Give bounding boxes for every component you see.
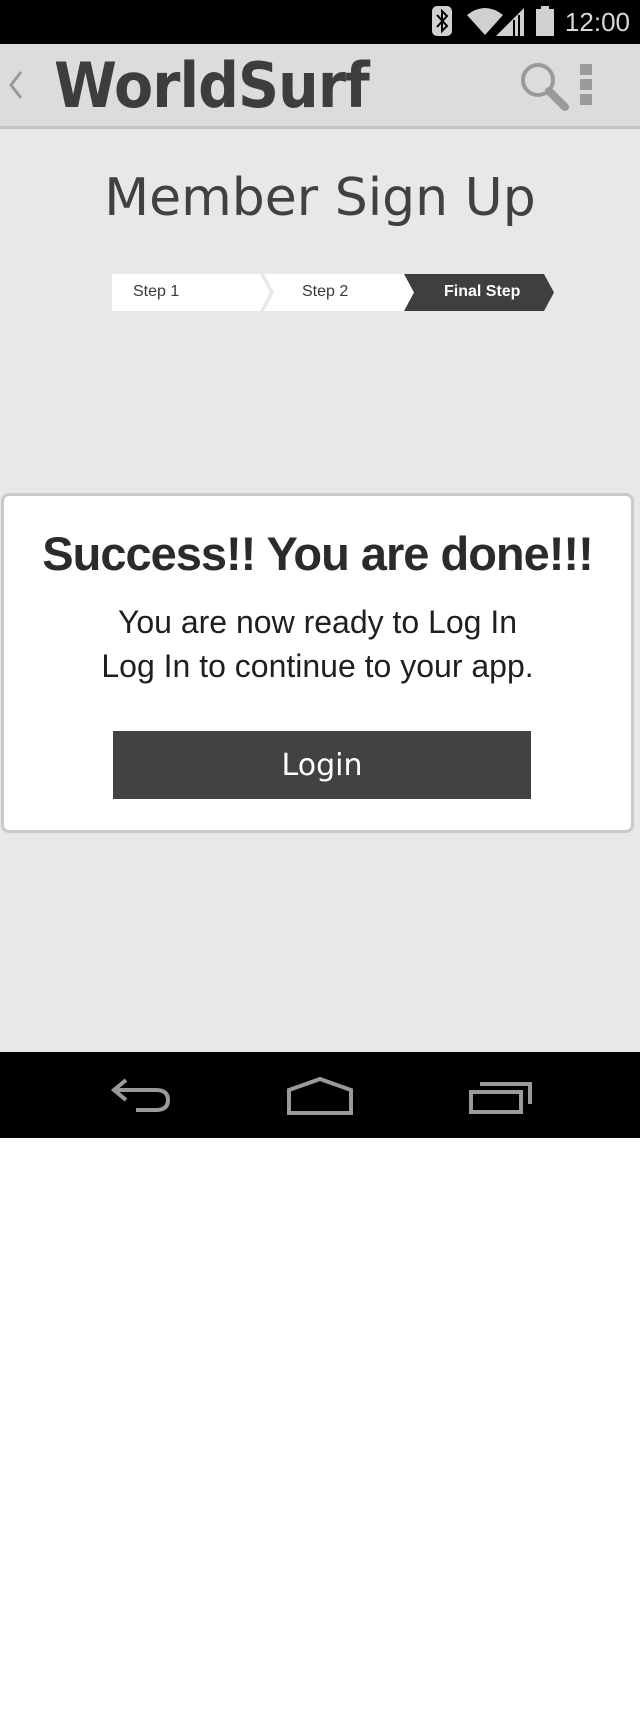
action-bar: WorldSurf xyxy=(0,44,640,129)
phone-screen: 12:00 WorldSurf Member Sign Up Step 1 St… xyxy=(0,0,640,1138)
success-card: Success!! You are done!!! You are now re… xyxy=(1,493,634,833)
step-2-label: Step 2 xyxy=(302,283,349,300)
success-message-line2: Log In to continue to your app. xyxy=(101,648,534,684)
search-icon[interactable] xyxy=(518,60,570,112)
signup-stepper: Step 1 Step 2 Final Step xyxy=(112,274,554,311)
battery-icon xyxy=(535,6,555,41)
home-nav-icon[interactable] xyxy=(286,1076,354,1121)
recents-nav-icon[interactable] xyxy=(468,1076,532,1121)
overflow-menu-icon[interactable] xyxy=(578,64,594,110)
back-caret-icon[interactable] xyxy=(8,70,24,105)
step-final-label: Final Step xyxy=(444,283,521,300)
status-bar: 12:00 xyxy=(0,0,640,44)
app-title: WorldSurf xyxy=(54,49,370,122)
status-clock: 12:00 xyxy=(564,7,630,37)
bluetooth-icon xyxy=(432,6,452,41)
step-1-label: Step 1 xyxy=(133,283,180,300)
system-nav-bar xyxy=(0,1052,640,1138)
login-button[interactable]: Login xyxy=(113,731,531,799)
signal-icon xyxy=(496,6,526,41)
back-nav-icon[interactable] xyxy=(110,1076,174,1121)
success-message-line1: You are now ready to Log In xyxy=(117,604,518,640)
success-title: Success!! You are done!!! xyxy=(42,527,593,580)
page-title: Member Sign Up xyxy=(104,168,536,228)
